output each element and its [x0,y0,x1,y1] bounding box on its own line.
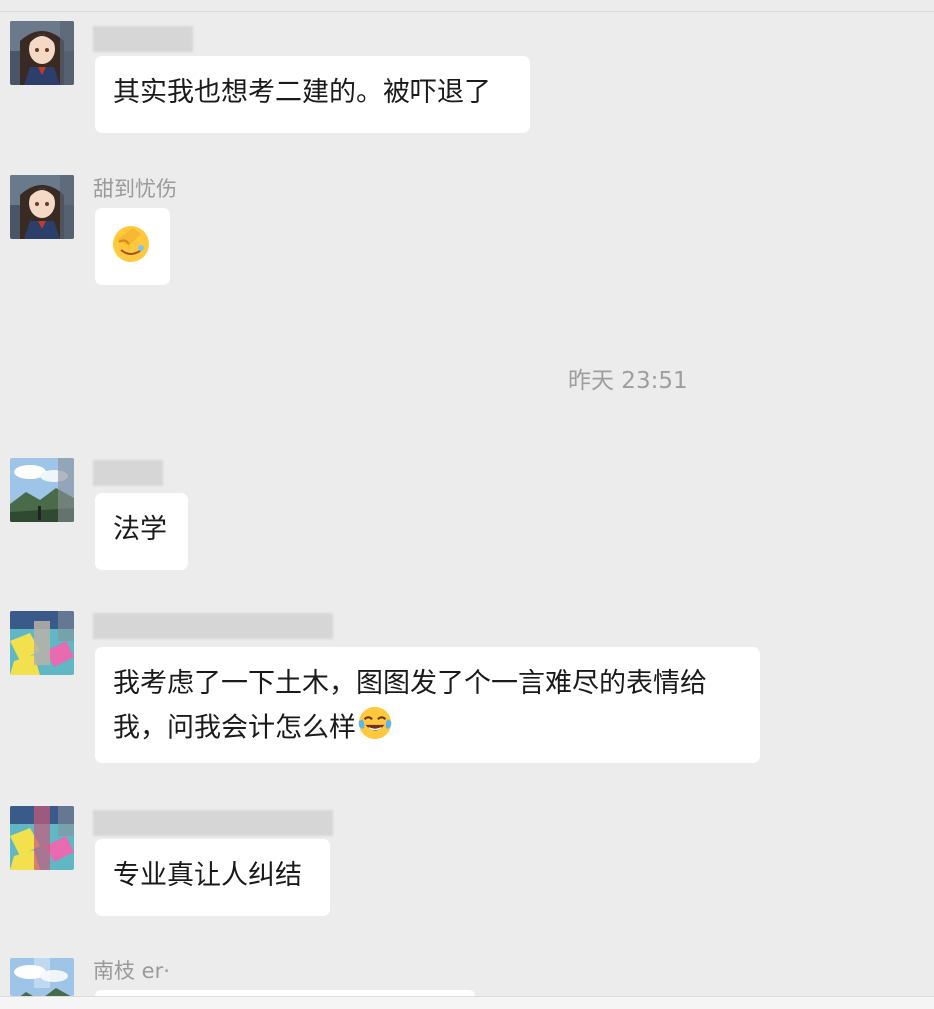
anime-girl-avatar[interactable] [10,21,74,85]
timestamp: 昨天 23:51 [568,368,688,394]
blurred-name [93,460,163,486]
landscape-avatar[interactable] [10,958,74,996]
message-bubble[interactable]: 我考虑了一下土木，图图发了个一言难尽的表情给我，问我会计怎么样 [95,647,760,763]
facepalm-emoji [111,224,151,276]
blurred-name [93,26,193,52]
blurred-name [93,810,333,836]
blurred-name [93,613,333,639]
message-bubble[interactable]: 其实我也想考二建的。被吓退了 [95,56,530,133]
top-divider [0,11,934,12]
tears-of-joy-emoji [356,704,394,754]
landscape-avatar[interactable] [10,458,74,522]
input-area-edge [0,996,934,1009]
message-bubble[interactable]: 法学 [95,493,188,570]
message-bubble[interactable]: 专业真让人纠结 [95,839,330,916]
sender-name: 甜到忧伤 [93,177,177,201]
sender-name: 南枝 er· [93,959,170,983]
colorful-room-avatar[interactable] [10,611,74,675]
message-bubble[interactable] [95,208,170,285]
colorful-room-avatar[interactable] [10,806,74,870]
anime-girl-avatar[interactable] [10,175,74,239]
